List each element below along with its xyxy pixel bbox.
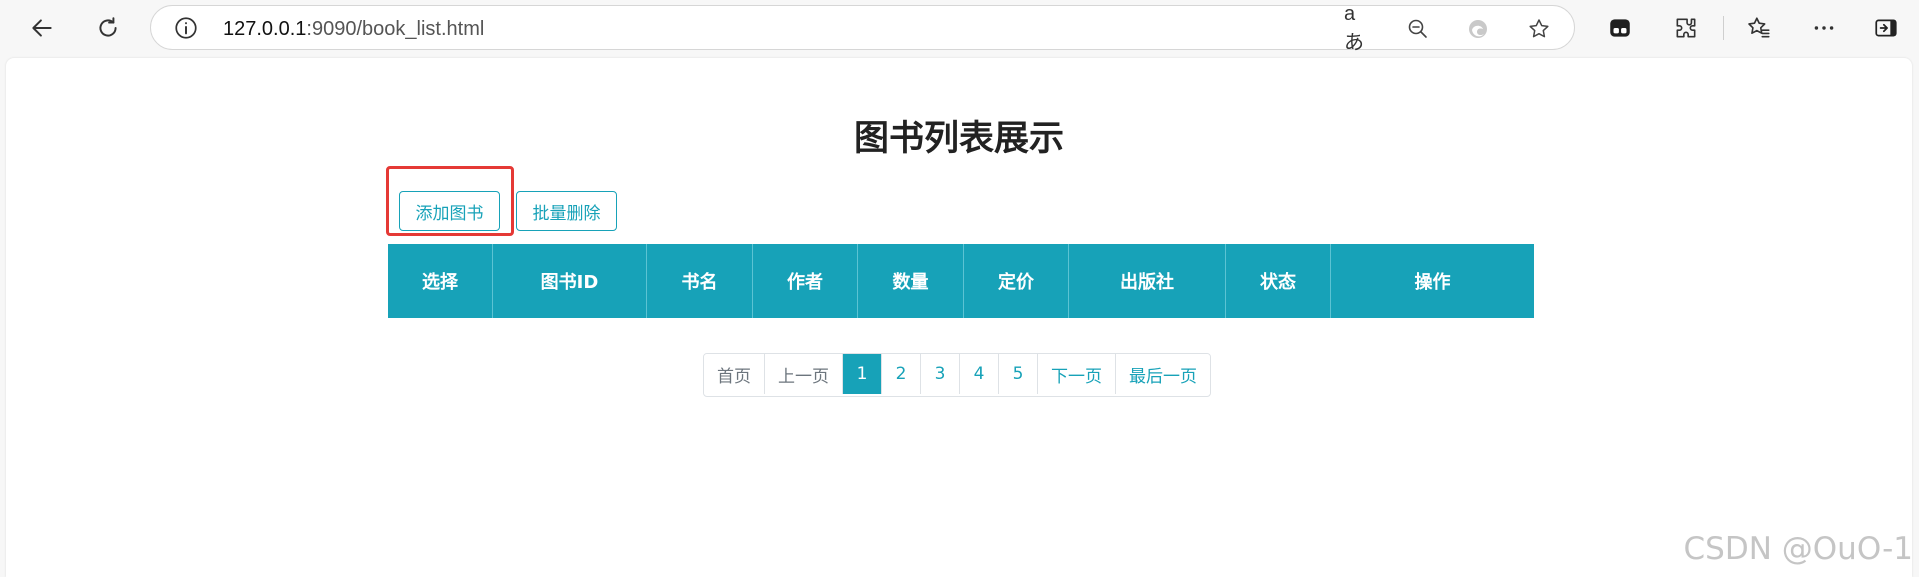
column-header-publisher: 出版社 [1068, 244, 1226, 318]
last-page-link[interactable]: 最后一页 [1116, 354, 1210, 394]
next-page-link[interactable]: 下一页 [1038, 354, 1116, 394]
favorite-star-icon [1529, 19, 1549, 38]
column-header-status: 状态 [1225, 244, 1331, 318]
column-header-price: 定价 [963, 244, 1069, 318]
page-link-2[interactable]: 2 [882, 354, 921, 394]
url-path: :9090/book_list.html [306, 18, 485, 40]
edge-button[interactable] [1464, 15, 1492, 43]
table-header-row: 选择 图书ID 书名 作者 数量 定价 出版社 状态 操作 [388, 244, 1534, 318]
browser-toolbar: 127.0.0.1:9090/book_list.html aあ [0, 0, 1919, 56]
url-text[interactable]: 127.0.0.1:9090/book_list.html [223, 18, 484, 41]
column-header-select: 选择 [388, 244, 493, 318]
page-link-3[interactable]: 3 [921, 354, 960, 394]
watermark: CSDN @OuO-1 [1683, 531, 1913, 567]
page-title: 图书列表展示 [853, 119, 1064, 159]
zoom-out-button[interactable] [1404, 15, 1432, 43]
tab-action-icon [1610, 19, 1630, 37]
add-book-button[interactable]: 添加图书 [399, 191, 500, 231]
column-header-title: 书名 [646, 244, 753, 318]
batch-delete-button[interactable]: 批量删除 [516, 191, 617, 231]
extensions-icon [1676, 18, 1696, 38]
page-link-5[interactable]: 5 [999, 354, 1038, 394]
column-header-author: 作者 [752, 244, 858, 318]
tab-action-button[interactable] [1602, 10, 1638, 46]
page-link-4[interactable]: 4 [960, 354, 999, 394]
column-header-actions: 操作 [1414, 272, 1451, 293]
toolbar-separator [1723, 16, 1724, 40]
back-icon [32, 19, 52, 37]
favorites-icon [1748, 17, 1770, 38]
page-link-1[interactable]: 1 [843, 354, 882, 394]
column-header-book-id: 图书ID [492, 244, 647, 318]
first-page-link[interactable]: 首页 [704, 354, 765, 394]
extensions-button[interactable] [1668, 10, 1704, 46]
column-header-quantity: 数量 [857, 244, 964, 318]
read-aloud-icon[interactable]: aあ [1344, 3, 1372, 54]
more-button[interactable] [1806, 10, 1842, 46]
address-bar[interactable]: 127.0.0.1:9090/book_list.html aあ [150, 3, 1575, 54]
info-icon[interactable] [173, 15, 199, 41]
refresh-icon [99, 17, 117, 37]
pagination: 首页 上一页 1 2 3 4 5 下一页 最后一页 [703, 353, 1211, 397]
more-icon [1814, 26, 1834, 30]
favorite-button[interactable] [1525, 15, 1553, 43]
sidebar-icon [1875, 19, 1897, 37]
back-button[interactable] [24, 10, 60, 46]
sidebar-button[interactable] [1868, 10, 1904, 46]
edge-icon [1469, 20, 1487, 38]
book-table: 选择 图书ID 书名 作者 数量 定价 出版社 状态 操作 [388, 244, 1534, 318]
page-content: 图书列表展示 添加图书 批量删除 选择 图书ID 书名 作者 数量 定价 出版社… [6, 58, 1912, 577]
url-host: 127.0.0.1 [223, 18, 307, 40]
refresh-button[interactable] [90, 10, 126, 46]
zoom-out-icon [1408, 19, 1427, 38]
prev-page-link[interactable]: 上一页 [765, 354, 843, 394]
favorites-button[interactable] [1741, 10, 1777, 46]
